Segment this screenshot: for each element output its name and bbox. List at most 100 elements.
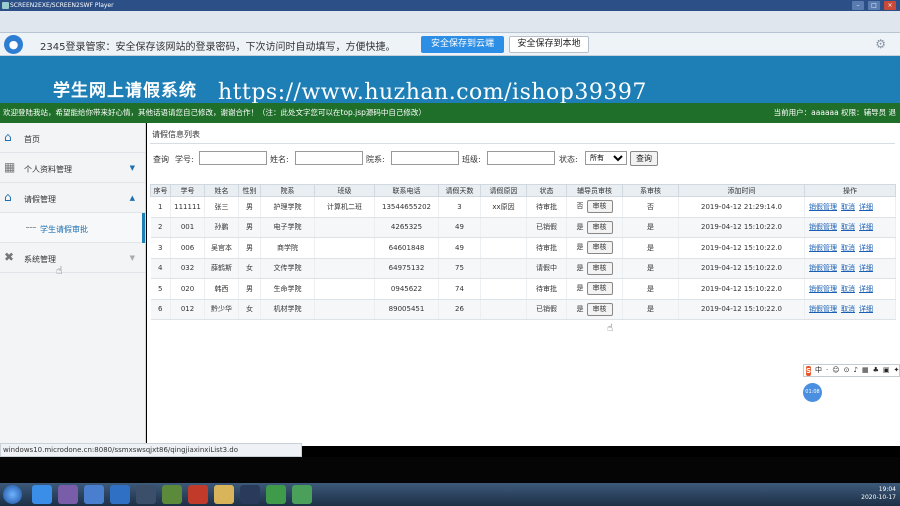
cancel-link[interactable]: 取消: [841, 223, 855, 231]
cancel-link[interactable]: 取消: [841, 305, 855, 313]
ime-tool-icon[interactable]: 中: [815, 365, 822, 376]
ime-tool-icon[interactable]: ▣: [883, 365, 890, 376]
table-cell: [480, 258, 527, 279]
status-label: 状态:: [559, 155, 578, 164]
sidebar-item-label: 个人资料管理: [24, 165, 72, 174]
query-button[interactable]: 查询: [630, 151, 658, 166]
ime-tool-icon[interactable]: ♣: [873, 365, 879, 376]
table-cell: 机材学院: [260, 299, 315, 320]
status-select[interactable]: 所有: [585, 151, 627, 165]
ime-toolbar[interactable]: S 中 · ☺ ⊙ ♪ ▦ ♣ ▣ ✦: [803, 364, 900, 377]
window-controls: – □ ×: [852, 0, 896, 10]
manage-cancel-leave-link[interactable]: 销假管理: [809, 305, 837, 313]
recorder-app-icon[interactable]: [292, 485, 312, 504]
operations-cell: 销假管理 取消 详细: [804, 299, 896, 320]
folder-app-icon[interactable]: [214, 485, 234, 504]
table-row: 3 006 吴官本男商学院 64601848 49 待审批是审核是 2019-04-12 1…: [150, 237, 896, 259]
watermark-url: https://www.huzhan.com/ishop39397: [218, 80, 647, 105]
audit-button[interactable]: 审核: [586, 261, 613, 275]
dept-label: 院系:: [366, 155, 385, 164]
search-app-icon[interactable]: [110, 485, 130, 504]
manage-cancel-leave-link[interactable]: 销假管理: [809, 285, 837, 293]
detail-link[interactable]: 详细: [859, 223, 873, 231]
table-cell: 2019-04-12 15:10:22.0: [678, 258, 805, 279]
audit-button[interactable]: 审核: [586, 220, 613, 234]
table-cell: 张三: [204, 196, 239, 218]
detail-link[interactable]: 详细: [859, 305, 873, 313]
column-header: 班级: [314, 184, 375, 197]
cancel-link[interactable]: 取消: [841, 264, 855, 272]
ime-tool-icon[interactable]: ♪: [853, 365, 857, 376]
manage-cancel-leave-link[interactable]: 销假管理: [809, 203, 837, 211]
table-cell: 012: [170, 299, 205, 320]
class-input[interactable]: [487, 151, 555, 165]
close-button[interactable]: ×: [884, 1, 896, 10]
ime-tool-icon[interactable]: ⊙: [844, 365, 850, 376]
ime-tool-icon[interactable]: ·: [826, 365, 828, 376]
grid-icon: ▦: [4, 160, 16, 174]
current-user-info: 当前用户：aaaaaa 权限：辅导员 退: [773, 108, 896, 117]
column-header: 辅导员审核: [566, 184, 623, 197]
table-cell: 待审批: [526, 196, 567, 218]
table-cell: 请假中: [526, 258, 567, 279]
sidebar-item-leave-audit[interactable]: 学生请假审批: [0, 213, 145, 243]
ime-tool-icon[interactable]: ▦: [862, 365, 869, 376]
start-button[interactable]: [3, 485, 22, 504]
cancel-link[interactable]: 取消: [841, 285, 855, 293]
operations-cell: 销假管理 取消 详细: [804, 196, 896, 218]
detail-link[interactable]: 详细: [859, 264, 873, 272]
manage-cancel-leave-link[interactable]: 销假管理: [809, 223, 837, 231]
manage-cancel-leave-link[interactable]: 销假管理: [809, 264, 837, 272]
detail-link[interactable]: 详细: [859, 285, 873, 293]
floating-bubble[interactable]: 01:08: [803, 383, 822, 402]
audit-button[interactable]: 审核: [586, 302, 613, 316]
table-cell: 黔少华: [204, 299, 239, 320]
ime-tool-icon[interactable]: ✦: [893, 365, 899, 376]
browser-app-icon[interactable]: [32, 485, 52, 504]
audit-button[interactable]: 审核: [586, 200, 613, 214]
detail-link[interactable]: 详细: [859, 244, 873, 252]
photos-app-icon[interactable]: [84, 485, 104, 504]
sidebar-item-profile[interactable]: ▦ 个人资料管理 ▼: [0, 153, 145, 183]
ime-tool-icon[interactable]: ☺: [832, 365, 839, 376]
table-cell: 0945622: [374, 278, 439, 300]
student-id-input[interactable]: [199, 151, 267, 165]
table-cell: 6: [150, 299, 171, 320]
table-cell: 是审核: [566, 299, 623, 320]
save-to-cloud-button[interactable]: 安全保存到云端: [421, 36, 504, 53]
counselor-audit-value: 是: [576, 284, 584, 293]
player-controls: [0, 457, 900, 483]
table-header-row: 序号 学号 姓名 性别 院系 班级 联系电话 请假天数 请假原因 状态 辅导员审核 系审核 添加时间 操作: [150, 184, 896, 197]
windows-taskbar: 19:04 2020-10-17: [0, 483, 900, 506]
cancel-link[interactable]: 取消: [841, 203, 855, 211]
hand-cursor-icon: ☝: [56, 264, 63, 277]
table-cell: [480, 299, 527, 320]
sidebar-item-system[interactable]: ✖ 系统管理 ▼: [0, 243, 145, 273]
gear-icon[interactable]: ⚙: [875, 37, 886, 51]
column-header: 状态: [526, 184, 567, 197]
audit-button[interactable]: 审核: [586, 241, 613, 255]
table-cell: 是: [622, 258, 679, 279]
minimize-button[interactable]: –: [852, 1, 864, 10]
system-tray[interactable]: 19:04 2020-10-17: [861, 486, 896, 502]
save-to-local-button[interactable]: 安全保存到本地: [509, 36, 589, 53]
maximize-button[interactable]: □: [868, 1, 880, 10]
cancel-link[interactable]: 取消: [841, 244, 855, 252]
editor-app-icon[interactable]: [162, 485, 182, 504]
name-input[interactable]: [295, 151, 363, 165]
audit-button[interactable]: 审核: [586, 282, 613, 296]
table-cell: 2019-04-12 21:29:14.0: [678, 196, 805, 218]
detail-link[interactable]: 详细: [859, 203, 873, 211]
manage-cancel-leave-link[interactable]: 销假管理: [809, 244, 837, 252]
sidebar-item-label: 请假管理: [24, 195, 56, 204]
wechat-app-icon[interactable]: [266, 485, 286, 504]
terminal-app-icon[interactable]: [136, 485, 156, 504]
class-label: 班级:: [462, 155, 481, 164]
table-cell: 032: [170, 258, 205, 279]
dept-input[interactable]: [391, 151, 459, 165]
sidebar-item-home[interactable]: ⌂ 首页: [0, 123, 145, 153]
sidebar-item-leave[interactable]: ⌂ 请假管理 ▲: [0, 183, 145, 213]
qq-app-icon[interactable]: [240, 485, 260, 504]
flash-app-icon[interactable]: [188, 485, 208, 504]
media-app-icon[interactable]: [58, 485, 78, 504]
